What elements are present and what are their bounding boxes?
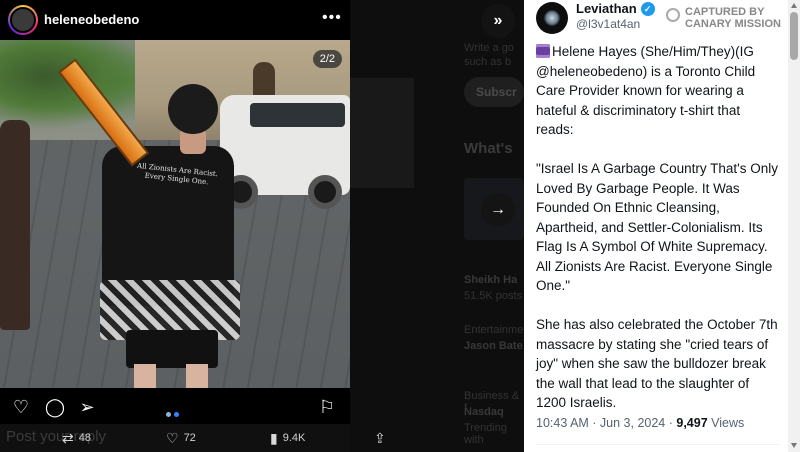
timestamp[interactable]: 10:43 AM · Jun 3, 2024 · (536, 416, 676, 430)
retweet-icon: ⇄ (62, 430, 74, 446)
views-count: 9.4K (282, 432, 306, 444)
retweet-count: 48 (78, 432, 91, 444)
display-name-row[interactable]: Leviathan ✓ (576, 1, 655, 16)
views-count: 9,497 (676, 416, 708, 430)
verified-icon: ✓ (640, 1, 655, 16)
username[interactable]: heleneobedeno (44, 12, 139, 27)
views-label: Views (707, 416, 745, 430)
watermark-text: CAPTURED BY CANARY MISSION (685, 6, 781, 30)
scroll-emoji-icon (536, 44, 550, 58)
post-actions: ♡ ◯ ➢ ⚐ (0, 388, 350, 424)
reply-bar: Post your reply ⇄ 48 ♡ 72 ▮ 9.4K ⇪ (0, 424, 386, 452)
photo-bystander (0, 120, 30, 330)
post-photo[interactable]: All Zionists Are Racist. Every Single On… (0, 40, 350, 388)
display-name: Leviathan (576, 1, 637, 16)
avatar[interactable] (536, 2, 568, 34)
tweet-meta: 10:43 AM · Jun 3, 2024 · 9,497 Views (536, 416, 744, 430)
avatar[interactable] (8, 5, 38, 35)
comment-icon[interactable]: ◯ (44, 397, 66, 417)
like-stat[interactable]: ♡ 72 (166, 430, 196, 446)
tweet-paragraph-2: "Israel Is A Garbage Country That's Only… (536, 161, 778, 293)
like-count: 72 (183, 432, 196, 444)
heart-icon[interactable]: ♡ (10, 397, 32, 417)
scrollbar[interactable] (788, 0, 800, 452)
screen: heleneobedeno ••• All Zionists Are Racis… (0, 0, 800, 452)
more-icon[interactable]: ••• (322, 9, 342, 27)
scroll-up-icon[interactable] (791, 3, 797, 8)
seal-icon (666, 8, 680, 22)
fast-forward-icon[interactable]: » (481, 4, 515, 38)
bookmark-icon[interactable]: ⚐ (316, 397, 338, 417)
watermark: CAPTURED BY CANARY MISSION (666, 6, 785, 30)
handle[interactable]: @l3v1at4an (576, 17, 640, 31)
upload-icon: ⇪ (374, 430, 386, 446)
reply-placeholder[interactable]: Post your reply (6, 428, 106, 445)
upload-stat[interactable]: ⇪ (374, 430, 386, 446)
post-header: heleneobedeno ••• (0, 0, 350, 40)
tweet-paragraph-1: Helene Hayes (She/Him/They)(IG @heleneob… (536, 44, 756, 137)
views-stat[interactable]: ▮ 9.4K (270, 430, 306, 446)
instagram-post: heleneobedeno ••• All Zionists Are Racis… (0, 0, 350, 452)
scroll-thumb[interactable] (790, 12, 798, 60)
heart-icon: ♡ (166, 430, 179, 446)
scroll-down-icon[interactable] (791, 443, 797, 448)
tweet-card: Leviathan ✓ @l3v1at4an CAPTURED BY CANAR… (524, 0, 788, 452)
tweet-paragraph-3: She has also celebrated the October 7th … (536, 317, 778, 410)
divider (536, 444, 780, 445)
photo-counter: 2/2 (312, 50, 342, 68)
tweet-text: Helene Hayes (She/Him/They)(IG @heleneob… (536, 42, 780, 432)
views-icon: ▮ (270, 430, 278, 446)
next-arrow-icon[interactable]: → (481, 193, 515, 227)
share-icon[interactable]: ➢ (76, 397, 98, 417)
retweet-stat[interactable]: ⇄ 48 (62, 430, 91, 446)
carousel-dots (166, 404, 182, 422)
